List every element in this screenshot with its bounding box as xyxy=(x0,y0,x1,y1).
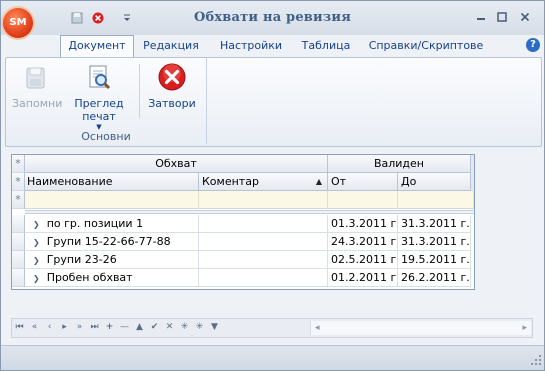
print-preview-label-2: печат xyxy=(82,110,116,123)
cell-comment[interactable] xyxy=(199,215,328,233)
bookmark-icon[interactable]: ✳ xyxy=(194,321,205,334)
tab-settings[interactable]: Настройки xyxy=(213,36,289,56)
band-header-valid: Валиден xyxy=(328,155,471,173)
filter-cell-to[interactable] xyxy=(398,191,474,209)
post-edit-icon[interactable]: ✔ xyxy=(149,321,160,334)
save-large-icon xyxy=(19,62,51,94)
close-label: Затвори xyxy=(148,97,196,110)
data-grid: * Обхват Валиден * Наименование Коментар… xyxy=(11,154,475,290)
ribbon-group-main: Запомни Преглед печат ▼ Затвори Основни xyxy=(6,58,207,144)
cell-comment[interactable] xyxy=(199,251,328,269)
expand-icon[interactable]: ❯ xyxy=(33,274,40,283)
cell-name-text: Групи 23-26 xyxy=(46,253,117,266)
help-icon[interactable]: ? xyxy=(526,38,540,52)
print-preview-icon xyxy=(83,62,115,94)
grid-divider xyxy=(25,210,474,214)
save-button[interactable]: Запомни xyxy=(12,62,63,110)
cell-comment[interactable] xyxy=(199,269,328,287)
expand-icon[interactable]: ❯ xyxy=(33,220,40,229)
column-header-to[interactable]: До xyxy=(398,173,471,191)
column-header-from[interactable]: От xyxy=(328,173,398,191)
print-preview-button[interactable]: Преглед печат ▼ xyxy=(70,62,128,132)
header-filler xyxy=(471,155,474,191)
grid-navigator: ⏮ « ‹ ▸ » ⏭ + — ▲ ✔ ✕ ✳ ✳ ▼ ◂ ▸ xyxy=(11,318,533,338)
cell-name[interactable]: ❯ Пробен обхват xyxy=(25,269,199,287)
delete-record-icon[interactable]: — xyxy=(119,321,130,334)
ribbon-separator xyxy=(139,64,140,118)
cell-name-text: по гр. позиции 1 xyxy=(46,217,144,230)
cell-to[interactable]: 31.3.2011 г. xyxy=(398,215,471,233)
ribbon-tabs: Документ Редакция Настройки Таблица Спра… xyxy=(1,35,544,58)
cell-name-text: Пробен обхват xyxy=(46,271,133,284)
cell-from[interactable]: 01.2.2011 г. xyxy=(328,269,398,287)
tab-document[interactable]: Документ xyxy=(60,35,134,58)
main-window: SM Обхвати на ревизия Документ Редакция … xyxy=(0,0,545,371)
minimize-icon[interactable] xyxy=(473,10,489,24)
cell-from[interactable]: 24.3.2011 г. xyxy=(328,233,398,251)
first-record-icon[interactable]: ⏮ xyxy=(14,321,25,334)
band-header-scope: Обхват xyxy=(25,155,328,173)
tab-table[interactable]: Таблица xyxy=(295,36,357,56)
row-indicator xyxy=(12,269,25,287)
column-header-comment[interactable]: Коментар ▲ xyxy=(199,173,328,191)
cell-comment[interactable] xyxy=(199,233,328,251)
refresh-icon[interactable]: ✳ xyxy=(179,321,190,334)
tab-reports-scripts[interactable]: Справки/Скриптове xyxy=(364,36,488,56)
column-indicator[interactable]: * xyxy=(12,173,25,191)
next-record-icon[interactable]: ▸ xyxy=(59,321,70,334)
filter-icon[interactable]: ▼ xyxy=(209,321,220,334)
column-header-comment-label: Коментар xyxy=(202,175,259,188)
status-bar xyxy=(1,345,544,370)
title-bar: SM Обхвати на ревизия xyxy=(1,1,544,38)
cell-name[interactable]: ❯ Групи 15-22-66-77-88 xyxy=(25,233,199,251)
ribbon-panel: Запомни Преглед печат ▼ Затвори Основни xyxy=(5,57,542,147)
scroll-right-icon[interactable]: ▸ xyxy=(522,321,527,335)
window-close-icon[interactable] xyxy=(517,10,533,24)
cell-from[interactable]: 01.3.2011 г. xyxy=(328,215,398,233)
save-label: Запомни xyxy=(12,97,63,110)
next-page-icon[interactable]: » xyxy=(74,321,85,334)
row-indicator xyxy=(12,251,25,269)
column-header-name[interactable]: Наименование xyxy=(25,173,199,191)
cell-name[interactable]: ❯ по гр. позиции 1 xyxy=(25,215,199,233)
insert-record-icon[interactable]: + xyxy=(104,321,115,334)
previous-page-icon[interactable]: « xyxy=(29,321,40,334)
filter-cell-comment[interactable] xyxy=(199,191,328,209)
sort-ascending-icon: ▲ xyxy=(315,177,322,186)
cancel-edit-icon[interactable]: ✕ xyxy=(164,321,175,334)
scroll-left-icon[interactable]: ◂ xyxy=(315,321,320,335)
print-preview-label-1: Преглед xyxy=(74,97,124,110)
expand-icon[interactable]: ❯ xyxy=(33,238,40,247)
close-circle-icon xyxy=(156,62,188,94)
filter-row-indicator: * xyxy=(12,191,25,209)
window-title: Обхвати на ревизия xyxy=(193,10,352,25)
app-menu-button[interactable]: SM xyxy=(3,8,33,38)
grid-corner-indicator[interactable]: * xyxy=(12,155,25,173)
expand-icon[interactable]: ❯ xyxy=(33,256,40,265)
horizontal-scrollbar[interactable]: ◂ ▸ xyxy=(310,321,531,335)
row-indicator xyxy=(12,215,25,233)
resize-grip-icon[interactable] xyxy=(531,355,541,368)
ribbon-group-label: Основни xyxy=(81,130,131,143)
last-record-icon[interactable]: ⏭ xyxy=(89,321,100,334)
filter-cell-name[interactable] xyxy=(25,191,199,209)
row-indicator xyxy=(12,233,25,251)
cell-to[interactable]: 31.3.2011 г. xyxy=(398,233,471,251)
tab-edit[interactable]: Редакция xyxy=(138,36,204,56)
filter-cell-from[interactable] xyxy=(328,191,398,209)
cell-name-text: Групи 15-22-66-77-88 xyxy=(46,235,171,248)
cell-to[interactable]: 26.2.2011 г. xyxy=(398,269,471,287)
maximize-icon[interactable] xyxy=(494,10,510,24)
cell-to[interactable]: 19.5.2011 г. xyxy=(398,251,471,269)
cell-name[interactable]: ❯ Групи 23-26 xyxy=(25,251,199,269)
edit-record-icon[interactable]: ▲ xyxy=(134,321,145,334)
cell-from[interactable]: 02.5.2011 г. xyxy=(328,251,398,269)
close-button[interactable]: Затвори xyxy=(146,62,198,110)
previous-record-icon[interactable]: ‹ xyxy=(44,321,55,334)
